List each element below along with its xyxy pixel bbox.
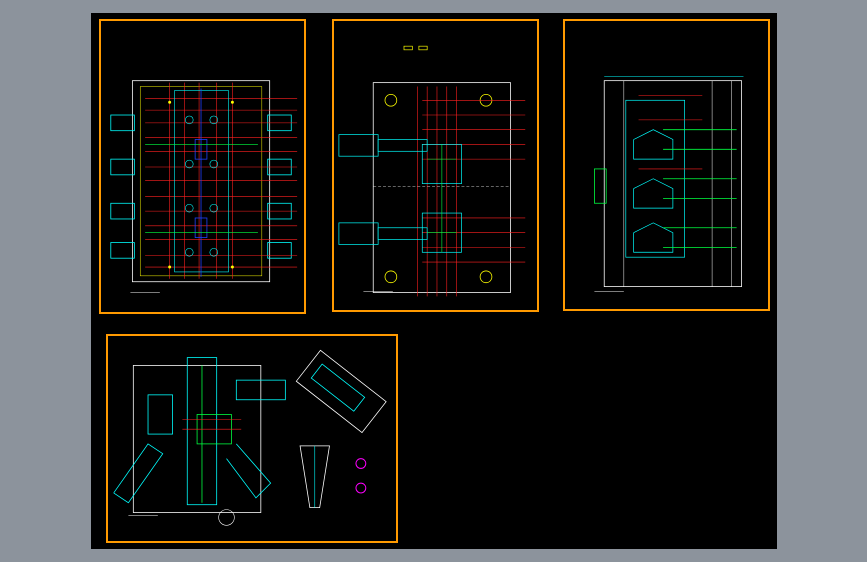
cad-viewport[interactable]: ▭ ▭ [91,13,777,549]
mold-section-view: ▭ ▭ [338,40,526,297]
mold-plan-view [110,80,298,293]
drawing-sheet-3[interactable] [563,19,770,311]
mold-assembly-detail [113,349,387,526]
drawing-sheet-4[interactable] [106,334,398,543]
mold-side-view [594,76,744,292]
svg-text:▭ ▭: ▭ ▭ [403,40,429,54]
drawing-sheet-2[interactable]: ▭ ▭ [332,19,539,312]
drawing-sheet-1[interactable] [99,19,306,314]
